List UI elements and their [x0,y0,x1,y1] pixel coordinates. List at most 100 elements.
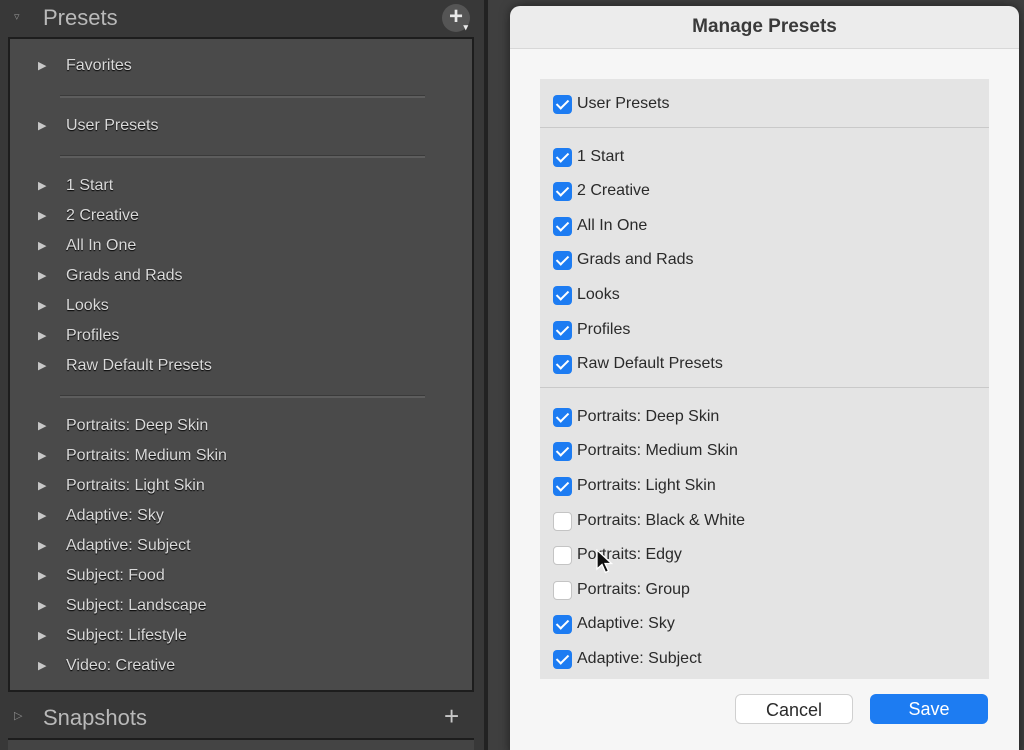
panel-expand-triangle-icon[interactable]: ▷ [14,709,22,722]
preset-checkbox-row[interactable]: Portraits: Medium Skin [540,438,989,466]
checked-checkbox[interactable] [553,286,572,305]
preset-checkbox-row[interactable]: Portraits: Black & White [540,508,989,536]
checked-checkbox[interactable] [553,147,572,167]
preset-folder-row[interactable]: ▶ Portraits: Medium Skin [10,442,450,470]
preset-folder-row[interactable]: ▶ Favorites [10,52,450,80]
expand-arrow-icon[interactable]: ▶ [38,419,46,432]
preset-folder-label: Subject: Landscape [66,597,207,614]
checked-checkbox[interactable] [553,407,572,427]
expand-arrow-icon[interactable]: ▶ [38,359,46,372]
expand-arrow-icon[interactable]: ▶ [38,119,46,132]
expand-arrow-icon[interactable]: ▶ [38,209,46,222]
snapshots-panel-title: Snapshots [43,705,147,730]
expand-arrow-icon[interactable]: ▶ [38,449,46,462]
panel-collapse-triangle-icon[interactable]: ▿ [14,10,20,23]
add-snapshot-button[interactable]: + [444,701,459,732]
preset-list: ▶ Favorites ▶ User Presets ▶ 1 Start ▶ 2 Creati… [8,37,474,692]
preset-folder-row[interactable]: ▶ All In One [10,232,450,260]
panel-divider [484,0,488,750]
expand-arrow-icon[interactable]: ▶ [38,179,46,192]
checked-checkbox[interactable] [553,95,572,114]
list-group-separator [540,126,989,128]
preset-folder-row[interactable]: ▶ Portraits: Light Skin [10,472,450,500]
checked-checkbox[interactable] [553,355,572,375]
preset-checkbox-row[interactable]: Portraits: Light Skin [540,473,989,501]
preset-checkbox-label: 2 Creative [577,182,650,200]
preset-checkbox-label: Portraits: Deep Skin [577,407,720,425]
expand-arrow-icon[interactable]: ▶ [38,329,46,342]
preset-checkbox-row[interactable]: User Presets [540,91,989,119]
preset-checkbox-label: 1 Start [577,147,625,165]
preset-checkbox-row[interactable]: Adaptive: Subject [540,646,989,674]
preset-folder-label: Video: Creative [66,657,176,674]
expand-arrow-icon[interactable]: ▶ [38,299,46,312]
preset-folder-row[interactable]: ▶ Subject: Food [10,562,450,590]
expand-arrow-icon[interactable]: ▶ [38,479,46,492]
preset-group-divider [60,395,425,398]
preset-checkbox-label: Grads and Rads [577,251,694,269]
checked-checkbox[interactable] [553,650,572,669]
checked-checkbox[interactable] [553,477,572,496]
preset-checkbox-row[interactable]: 2 Creative [540,178,989,206]
preset-folder-row[interactable]: ▶ Looks [10,292,450,320]
preset-checkbox-row[interactable]: All In One [540,213,989,241]
preset-folder-row[interactable]: ▶ Profiles [10,322,450,350]
preset-checkbox-row[interactable]: Profiles [540,317,989,345]
cancel-button[interactable]: Cancel [735,694,853,724]
preset-checkbox-label: Adaptive: Subject [577,650,702,667]
add-preset-button[interactable]: + ▾ [442,4,470,32]
unchecked-checkbox[interactable] [553,580,572,600]
unchecked-checkbox[interactable] [553,546,572,566]
expand-arrow-icon[interactable]: ▶ [38,599,46,612]
preset-folder-row[interactable]: ▶ Subject: Landscape [10,592,450,620]
preset-checkbox-label: Portraits: Edgy [577,546,682,564]
preset-folder-label: Adaptive: Subject [66,537,191,554]
preset-folder-label: 2 Creative [66,207,139,224]
preset-checkbox-list: User Presets 1 Start 2 Creative All In One G… [540,79,989,679]
checked-checkbox[interactable] [553,216,572,236]
checked-checkbox[interactable] [553,251,572,271]
checked-checkbox[interactable] [553,320,572,340]
preset-folder-row[interactable]: ▶ Video: Creative [10,652,450,680]
preset-checkbox-row[interactable]: Raw Default Presets [540,351,989,379]
save-button[interactable]: Save [870,694,988,724]
preset-folder-row[interactable]: ▶ 1 Start [10,172,450,200]
expand-arrow-icon[interactable]: ▶ [38,539,46,552]
mouse-pointer-icon [596,549,614,574]
checked-checkbox[interactable] [553,615,572,635]
plus-icon: + [448,3,463,30]
preset-folder-row[interactable]: ▶ Portraits: Deep Skin [10,412,450,440]
preset-folder-row[interactable]: ▶ Raw Default Presets [10,352,450,380]
preset-folder-row[interactable]: ▶ Subject: Lifestyle [10,622,450,650]
preset-folder-row[interactable]: ▶ User Presets [10,112,450,140]
checked-checkbox[interactable] [553,182,572,202]
preset-folder-row[interactable]: ▶ 2 Creative [10,202,450,230]
manage-presets-dialog: Manage Presets User Presets 1 Start 2 Crea… [510,6,1019,750]
presets-panel-header[interactable]: ▿ Presets + ▾ [0,0,484,36]
preset-checkbox-row[interactable]: Adaptive: Sky [540,611,989,639]
preset-folder-label: 1 Start [66,177,114,194]
expand-arrow-icon[interactable]: ▶ [38,239,46,252]
expand-arrow-icon[interactable]: ▶ [38,509,46,522]
expand-arrow-icon[interactable]: ▶ [38,269,46,282]
preset-folder-row[interactable]: ▶ Adaptive: Subject [10,532,450,560]
preset-checkbox-label: Profiles [577,320,631,338]
panel-bottom-edge [8,738,474,750]
preset-folder-row[interactable]: ▶ Adaptive: Sky [10,502,450,530]
preset-checkbox-row[interactable]: Portraits: Deep Skin [540,404,989,432]
preset-checkbox-row[interactable]: 1 Start [540,144,989,172]
preset-checkbox-label: All In One [577,216,648,234]
dropdown-caret-icon: ▾ [463,22,468,32]
expand-arrow-icon[interactable]: ▶ [38,59,46,72]
preset-checkbox-row[interactable]: Grads and Rads [540,247,989,275]
checked-checkbox[interactable] [553,442,572,462]
preset-checkbox-row[interactable]: Portraits: Group [540,577,989,605]
expand-arrow-icon[interactable]: ▶ [38,569,46,582]
expand-arrow-icon[interactable]: ▶ [38,659,46,672]
preset-checkbox-row[interactable]: Looks [540,282,989,310]
expand-arrow-icon[interactable]: ▶ [38,629,46,642]
unchecked-checkbox[interactable] [553,511,572,531]
presets-panel-title: Presets [43,5,118,30]
preset-folder-row[interactable]: ▶ Grads and Rads [10,262,450,290]
snapshots-panel-header[interactable]: ▷ Snapshots + [0,698,484,738]
